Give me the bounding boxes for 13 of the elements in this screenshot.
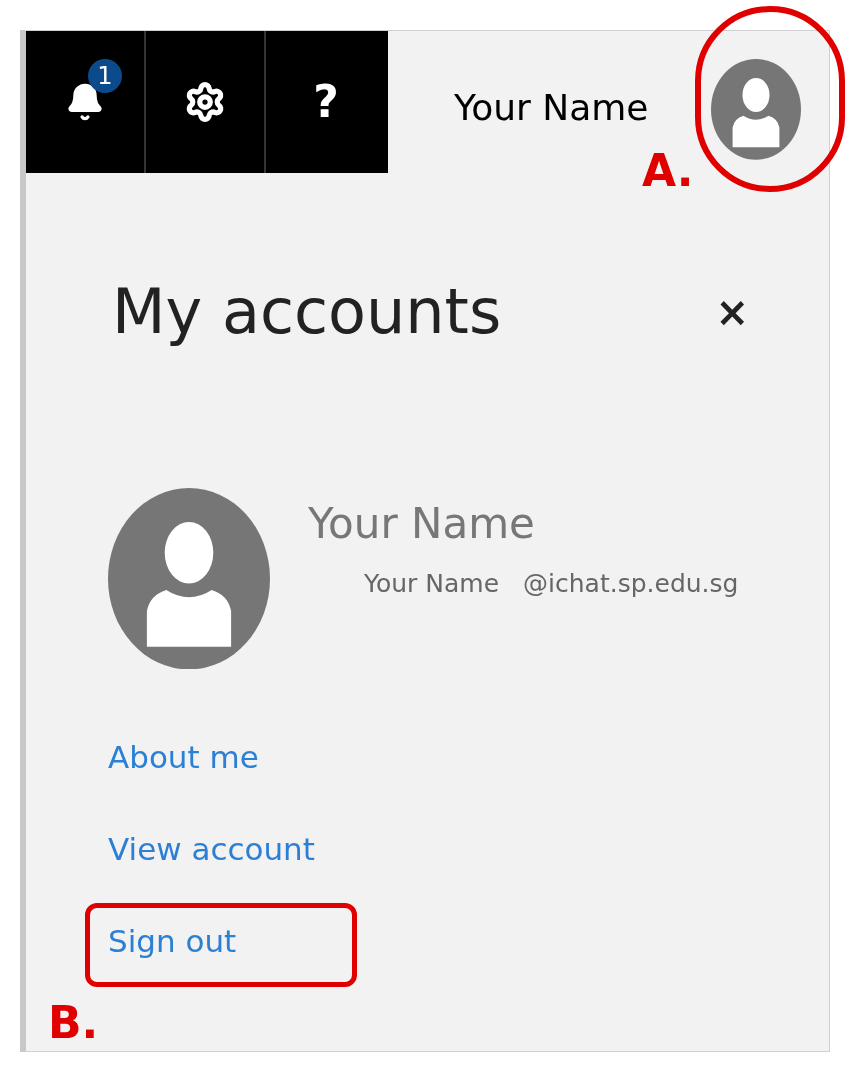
annotation-label: B. [48, 996, 99, 1050]
account-user: Your Name [364, 568, 500, 600]
panel-title: My accounts [112, 274, 503, 350]
display-name: Your Name [308, 498, 536, 550]
annotation-label: A. [642, 144, 694, 198]
account-link[interactable]: Sign out [108, 917, 237, 966]
account-link[interactable]: About me [108, 733, 259, 782]
notification-count: 1 [88, 59, 122, 93]
close-button[interactable]: × [715, 281, 749, 342]
account-link[interactable]: View account [108, 825, 315, 874]
user-name: Your Name [454, 86, 649, 130]
help-button[interactable]: ? [313, 69, 339, 135]
account-domain: @ichat.sp.edu.sg [523, 568, 739, 600]
